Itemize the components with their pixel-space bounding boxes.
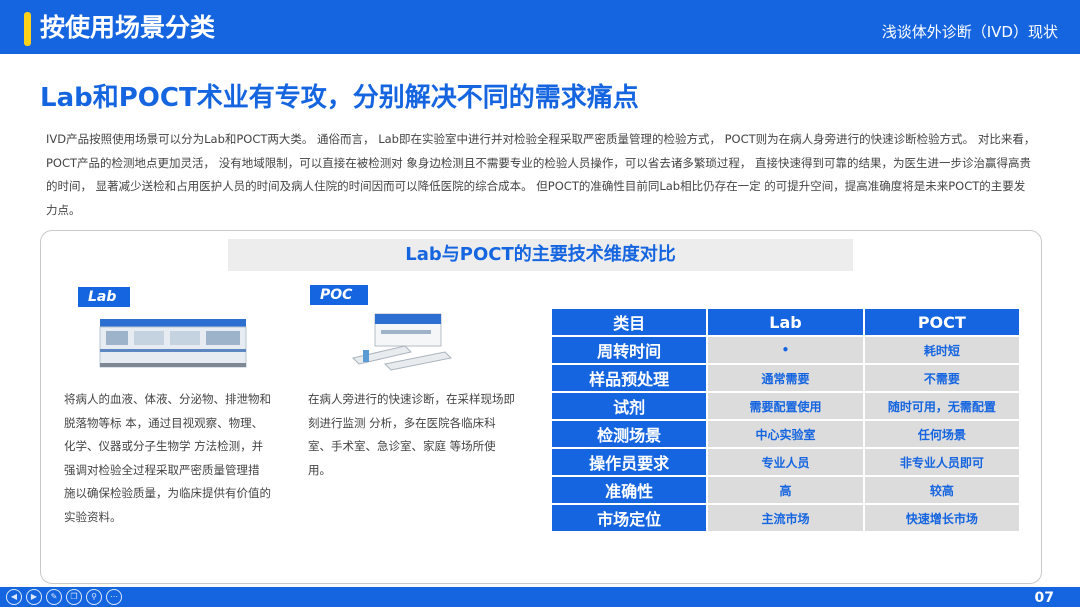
- table-header-row: 类目 Lab POCT: [552, 309, 1019, 335]
- header-accent: [24, 12, 31, 46]
- row-lab-value: 高: [708, 477, 863, 503]
- header-bar: 按使用场景分类 浅谈体外诊断（IVD）现状: [0, 0, 1080, 54]
- row-lab-value: 需要配置使用: [708, 393, 863, 419]
- header-lab: Lab: [708, 309, 863, 335]
- lab-analyzer-image: [99, 319, 247, 368]
- next-slide-icon[interactable]: ▶: [26, 589, 42, 605]
- pen-icon[interactable]: ✎: [46, 589, 62, 605]
- row-lab-value: 通常需要: [708, 365, 863, 391]
- row-poct-value: 任何场景: [864, 421, 1019, 447]
- row-lab-value: •: [708, 337, 863, 363]
- table-row: 准确性 高 较高: [552, 477, 1019, 503]
- row-category: 市场定位: [552, 505, 707, 531]
- table-row: 检测场景 中心实验室 任何场景: [552, 421, 1019, 447]
- slide-toolbar: ◀ ▶ ✎ ❐ ⚲ ⋯: [6, 589, 122, 605]
- row-category: 准确性: [552, 477, 707, 503]
- poc-tag: POC: [310, 285, 368, 305]
- row-lab-value: 专业人员: [708, 449, 863, 475]
- poct-test-kit-image: [352, 313, 453, 371]
- lab-description: 将病人的血液、体液、分泌物、排泄物和脱落物等标 本，通过目视观察、物理、化学、仪…: [64, 392, 271, 524]
- more-icon[interactable]: ⋯: [106, 589, 122, 605]
- row-poct-value: 耗时短: [864, 337, 1019, 363]
- row-lab-value: 中心实验室: [708, 421, 863, 447]
- zoom-icon[interactable]: ⚲: [86, 589, 102, 605]
- row-lab-value: 主流市场: [708, 505, 863, 531]
- header-category: 类目: [552, 309, 707, 335]
- header-poct: POCT: [864, 309, 1019, 335]
- row-poct-value: 随时可用，无需配置: [864, 393, 1019, 419]
- footer-bar: ◀ ▶ ✎ ❐ ⚲ ⋯ 07: [0, 587, 1080, 607]
- page-section-title: 按使用场景分类: [40, 13, 216, 42]
- copy-icon[interactable]: ❐: [66, 589, 82, 605]
- prev-slide-icon[interactable]: ◀: [6, 589, 22, 605]
- table-row: 试剂 需要配置使用 随时可用，无需配置: [552, 393, 1019, 419]
- row-category: 周转时间: [552, 337, 707, 363]
- comparison-table: 类目 Lab POCT 周转时间 • 耗时短 样品预处理 通常需要 不需要 试剂…: [550, 307, 1021, 533]
- row-poct-value: 快速增长市场: [864, 505, 1019, 531]
- row-poct-value: 不需要: [864, 365, 1019, 391]
- presentation-title: 浅谈体外诊断（IVD）现状: [881, 23, 1058, 41]
- lab-tag: Lab: [78, 287, 130, 307]
- table-row: 操作员要求 专业人员 非专业人员即可: [552, 449, 1019, 475]
- row-poct-value: 非专业人员即可: [864, 449, 1019, 475]
- page-number: 07: [1034, 590, 1054, 606]
- row-category: 检测场景: [552, 421, 707, 447]
- slide-headline: Lab和POCT术业有专攻，分别解决不同的需求痛点: [40, 83, 639, 113]
- row-category: 试剂: [552, 393, 707, 419]
- row-category: 样品预处理: [552, 365, 707, 391]
- poct-description: 在病人旁进行的快速诊断，在采样现场即刻进行监测 分析，多在医院各临床科室、手术室…: [308, 392, 515, 477]
- table-row: 样品预处理 通常需要 不需要: [552, 365, 1019, 391]
- row-poct-value: 较高: [864, 477, 1019, 503]
- row-category: 操作员要求: [552, 449, 707, 475]
- intro-paragraph: IVD产品按照使用场景可以分为Lab和POCT两大类。 通俗而言， Lab即在实…: [46, 132, 1036, 217]
- panel-title: Lab与POCT的主要技术维度对比: [228, 239, 853, 271]
- table-row: 市场定位 主流市场 快速增长市场: [552, 505, 1019, 531]
- table-row: 周转时间 • 耗时短: [552, 337, 1019, 363]
